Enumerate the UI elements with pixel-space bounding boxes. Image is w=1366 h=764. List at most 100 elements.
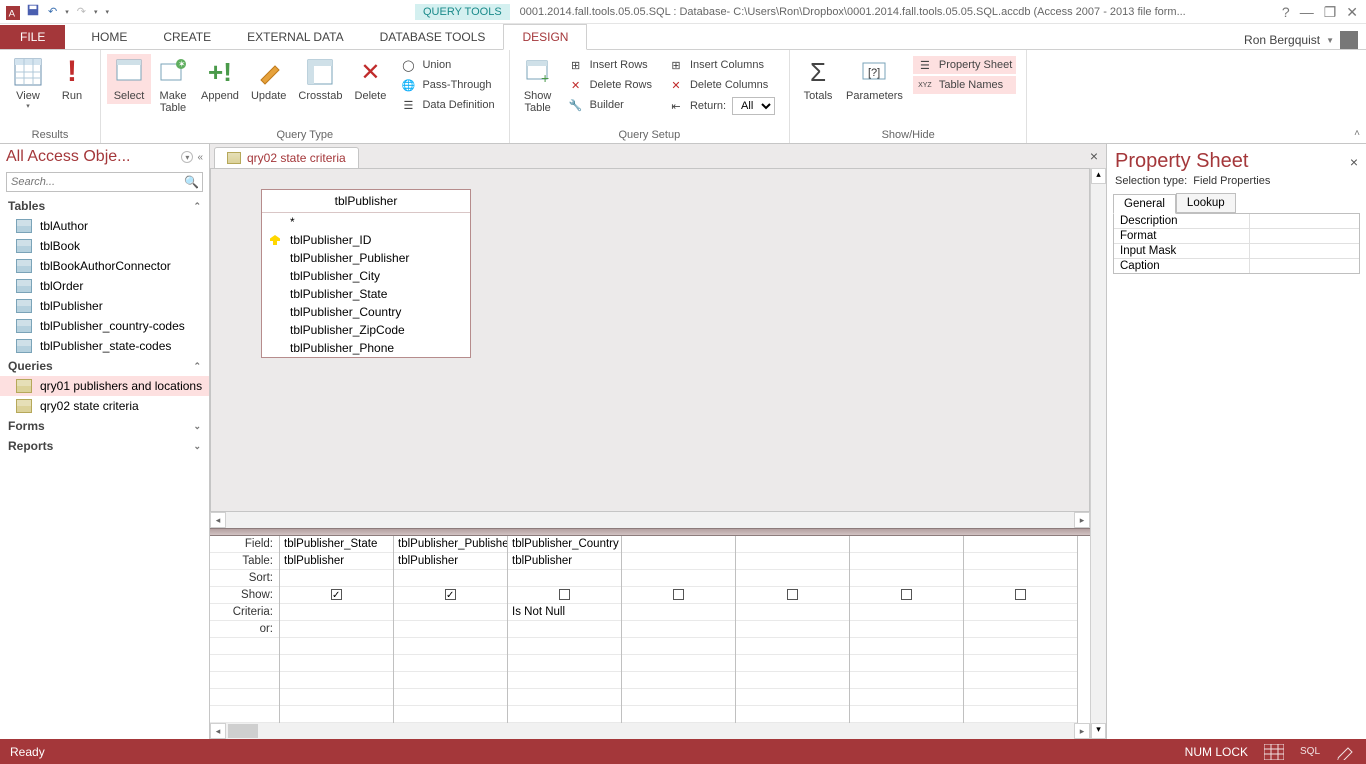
grid-column[interactable]: tblPublisher_StatetblPublisher	[280, 536, 394, 723]
nav-item-tblorder[interactable]: tblOrder	[0, 276, 209, 296]
grid-column[interactable]	[964, 536, 1078, 723]
help-icon[interactable]: ?	[1282, 5, 1290, 19]
nav-item-tblbookauthorconnector[interactable]: tblBookAuthorConnector	[0, 256, 209, 276]
tab-home[interactable]: HOME	[73, 25, 145, 49]
vscrollbar[interactable]: ▴ ▾	[1090, 168, 1106, 739]
collapse-ribbon-button[interactable]: ˄	[1348, 50, 1366, 143]
show-checkbox[interactable]	[673, 589, 684, 600]
update-button[interactable]: Update	[245, 54, 292, 104]
search-icon[interactable]: 🔍	[184, 175, 199, 189]
field-item[interactable]: tblPublisher_City	[262, 267, 470, 285]
parameters-button[interactable]: [?] Parameters	[840, 54, 909, 104]
user-account[interactable]: Ron Bergquist ▼	[1244, 31, 1366, 49]
tab-design[interactable]: DESIGN	[503, 24, 587, 50]
show-checkbox[interactable]	[901, 589, 912, 600]
union-button[interactable]: ◯Union	[396, 56, 498, 74]
show-checkbox[interactable]	[1015, 589, 1026, 600]
undo-dropdown[interactable]: ▾	[63, 6, 71, 18]
table-field-list[interactable]: tblPublisher * tblPublisher_ID tblPublis…	[261, 189, 471, 358]
pass-through-button[interactable]: 🌐Pass-Through	[396, 76, 498, 94]
search-input[interactable]	[6, 172, 203, 192]
grid-column[interactable]: tblPublisher_PublishertblPublisher	[394, 536, 508, 723]
view-design-icon[interactable]	[1336, 744, 1356, 760]
crosstab-button[interactable]: Crosstab	[292, 54, 348, 104]
nav-group-forms[interactable]: Forms⌄	[0, 416, 209, 436]
field-item[interactable]: tblPublisher_ZipCode	[262, 321, 470, 339]
nav-group-tables[interactable]: Tables⌃	[0, 196, 209, 216]
nav-item-qry02[interactable]: qry02 state criteria	[0, 396, 209, 416]
diagram-pane[interactable]: tblPublisher * tblPublisher_ID tblPublis…	[210, 168, 1090, 512]
make-table-button[interactable]: ✶ Make Table	[151, 54, 195, 116]
scroll-left-icon[interactable]: ◂	[210, 512, 226, 528]
document-tab-qry02[interactable]: qry02 state criteria	[214, 147, 359, 168]
property-row[interactable]: Caption	[1114, 259, 1359, 273]
data-definition-button[interactable]: ☰Data Definition	[396, 96, 498, 114]
tab-create[interactable]: CREATE	[145, 25, 229, 49]
field-item[interactable]: tblPublisher_Country	[262, 303, 470, 321]
diagram-hscrollbar[interactable]: ◂ ▸	[210, 512, 1090, 528]
field-item[interactable]: tblPublisher_ID	[262, 231, 470, 249]
scroll-right-icon[interactable]: ▸	[1074, 512, 1090, 528]
delete-query-button[interactable]: ✕ Delete	[348, 54, 392, 104]
delete-rows-button[interactable]: ✕Delete Rows	[564, 76, 656, 94]
access-app-icon[interactable]: A	[4, 4, 20, 20]
show-checkbox[interactable]	[787, 589, 798, 600]
qat-customize-icon[interactable]: ▾	[103, 6, 111, 18]
tab-file[interactable]: FILE	[0, 25, 65, 49]
run-button[interactable]: ! Run	[50, 54, 94, 104]
insert-rows-button[interactable]: ⊞Insert Rows	[564, 56, 656, 74]
field-item[interactable]: tblPublisher_State	[262, 285, 470, 303]
grid-hscrollbar[interactable]: ◂ ▸	[210, 723, 1090, 739]
append-button[interactable]: +! Append	[195, 54, 245, 104]
property-sheet-close-button[interactable]: ×	[1350, 154, 1358, 170]
nav-collapse-icon[interactable]: «	[197, 152, 203, 163]
grid-column[interactable]	[850, 536, 964, 723]
insert-columns-button[interactable]: ⊞Insert Columns	[664, 56, 779, 74]
pane-splitter[interactable]	[210, 528, 1090, 536]
grid-column[interactable]	[622, 536, 736, 723]
grid-column[interactable]: tblPublisher_CountrytblPublisherIs Not N…	[508, 536, 622, 723]
scroll-right-icon[interactable]: ▸	[1074, 723, 1090, 739]
nav-item-tblauthor[interactable]: tblAuthor	[0, 216, 209, 236]
show-table-button[interactable]: + Show Table	[516, 54, 560, 116]
scroll-down-icon[interactable]: ▾	[1091, 723, 1106, 739]
table-names-button[interactable]: XYZTable Names	[913, 76, 1016, 94]
nav-item-qry01[interactable]: qry01 publishers and locations	[0, 376, 209, 396]
nav-group-queries[interactable]: Queries⌃	[0, 356, 209, 376]
nav-item-tblpublisher-country-codes[interactable]: tblPublisher_country-codes	[0, 316, 209, 336]
scroll-left-icon[interactable]: ◂	[210, 723, 226, 739]
show-checkbox[interactable]	[559, 589, 570, 600]
save-icon[interactable]	[24, 1, 42, 22]
show-checkbox[interactable]	[445, 589, 456, 600]
view-button[interactable]: View ▾	[6, 54, 50, 112]
restore-icon[interactable]: ❐	[1324, 5, 1337, 19]
close-icon[interactable]: ✕	[1346, 5, 1358, 19]
tab-lookup[interactable]: Lookup	[1176, 193, 1236, 213]
undo-icon[interactable]: ↶	[46, 3, 59, 20]
scroll-up-icon[interactable]: ▴	[1091, 168, 1106, 184]
builder-button[interactable]: 🔧Builder	[564, 96, 656, 114]
redo-icon[interactable]: ↷	[75, 3, 88, 20]
scroll-thumb[interactable]	[228, 724, 258, 738]
delete-columns-button[interactable]: ✕Delete Columns	[664, 76, 779, 94]
select-query-button[interactable]: Select	[107, 54, 151, 104]
property-sheet-button[interactable]: ☰Property Sheet	[913, 56, 1016, 74]
nav-item-tblpublisher-state-codes[interactable]: tblPublisher_state-codes	[0, 336, 209, 356]
property-row[interactable]: Description	[1114, 214, 1359, 229]
view-sql-icon[interactable]: SQL	[1300, 744, 1320, 760]
nav-pane-header[interactable]: All Access Obje... ▾ «	[0, 144, 209, 170]
field-star[interactable]: *	[262, 213, 470, 231]
show-checkbox[interactable]	[331, 589, 342, 600]
field-item[interactable]: tblPublisher_Phone	[262, 339, 470, 357]
redo-dropdown[interactable]: ▾	[92, 6, 100, 18]
tab-general[interactable]: General	[1113, 194, 1176, 214]
totals-button[interactable]: Σ Totals	[796, 54, 840, 104]
tab-external-data[interactable]: EXTERNAL DATA	[229, 25, 361, 49]
property-row[interactable]: Format	[1114, 229, 1359, 244]
view-datasheet-icon[interactable]	[1264, 744, 1284, 760]
nav-item-tblpublisher[interactable]: tblPublisher	[0, 296, 209, 316]
document-close-button[interactable]: ×	[1090, 148, 1098, 164]
nav-group-reports[interactable]: Reports⌄	[0, 436, 209, 456]
minimize-icon[interactable]: —	[1300, 5, 1314, 19]
grid-column[interactable]	[736, 536, 850, 723]
